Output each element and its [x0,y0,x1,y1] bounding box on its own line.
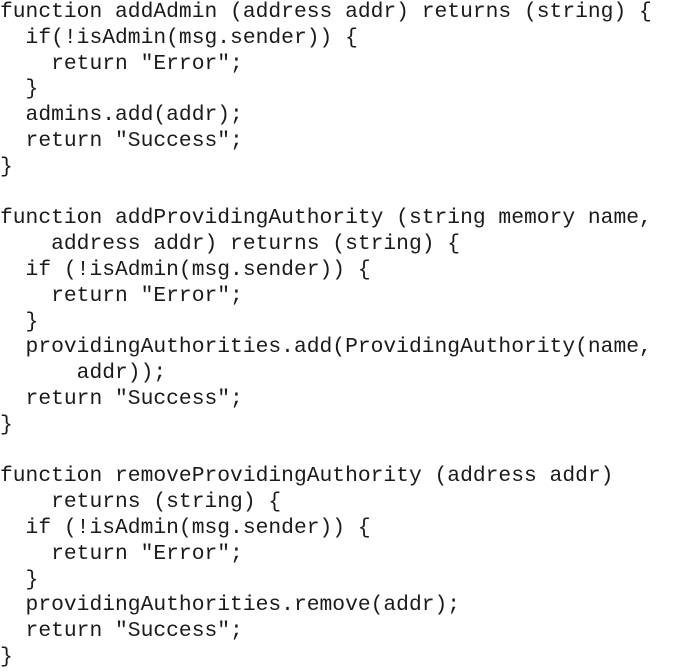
code-line: } [0,309,39,334]
code-line: providingAuthorities.remove(addr); [0,593,461,618]
code-line: if(!isAdmin(msg.sender)) { [0,25,358,50]
code-line: return "Success"; [0,386,243,411]
code-line: if (!isAdmin(msg.sender)) { [0,515,371,540]
code-line: } [0,412,13,437]
code-line: } [0,567,39,592]
code-line: } [0,77,39,102]
code-line: function addAdmin (address addr) returns… [0,0,652,24]
code-line: addr)); [0,361,167,386]
code-line: return "Success"; [0,128,243,153]
code-line: return "Error"; [0,283,243,308]
code-line: return "Error"; [0,51,243,76]
code-line: } [0,154,13,179]
code-line: providingAuthorities.add(ProvidingAuthor… [0,335,652,360]
code-listing: function addAdmin (address addr) returns… [0,0,685,671]
code-line: function removeProvidingAuthority (addre… [0,464,614,489]
code-line: returns (string) { [0,490,282,515]
code-line: return "Error"; [0,541,243,566]
code-line: return "Success"; [0,619,243,644]
code-line: admins.add(addr); [0,103,243,128]
code-line: function addProvidingAuthority (string m… [0,206,652,231]
code-line: address addr) returns (string) { [0,232,461,257]
code-line: } [0,644,13,669]
code-line: if (!isAdmin(msg.sender)) { [0,257,371,282]
